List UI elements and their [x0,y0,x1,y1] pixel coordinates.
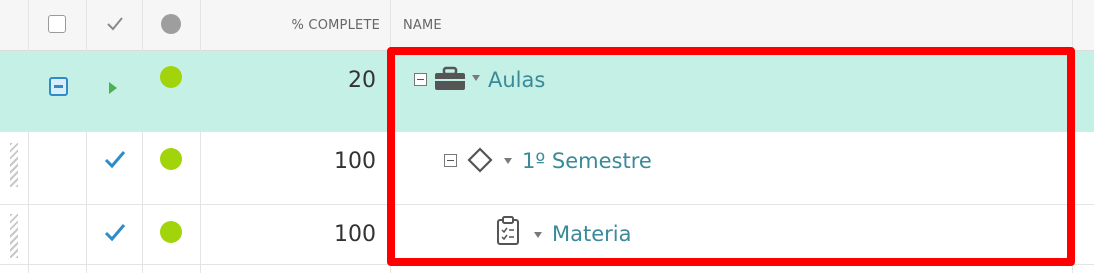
row-collapse-checkbox[interactable] [49,77,68,96]
status-dot [160,221,182,243]
name-header[interactable]: NAME [403,0,442,50]
drag-handle-icon[interactable] [10,214,18,258]
checkmark-column-icon[interactable] [104,12,126,34]
grid-header: % COMPLETE NAME [0,0,1094,51]
status-column-icon[interactable] [161,14,181,34]
task-grid: % COMPLETE NAME 20 Aulas 100 1º Semestre… [0,0,1094,273]
checkmark-icon [104,222,126,242]
select-all-checkbox[interactable] [48,15,66,33]
checkmark-icon [104,149,126,169]
percent-complete-value: 20 [348,67,376,93]
percent-complete-value: 100 [334,148,376,174]
percent-complete-value: 100 [334,221,376,247]
percent-complete-header[interactable]: % COMPLETE [200,0,380,50]
status-dot [160,66,182,88]
status-dot [160,148,182,170]
play-triangle-icon[interactable] [107,80,119,96]
drag-handle-icon[interactable] [10,143,18,187]
highlight-annotation [387,47,1075,266]
